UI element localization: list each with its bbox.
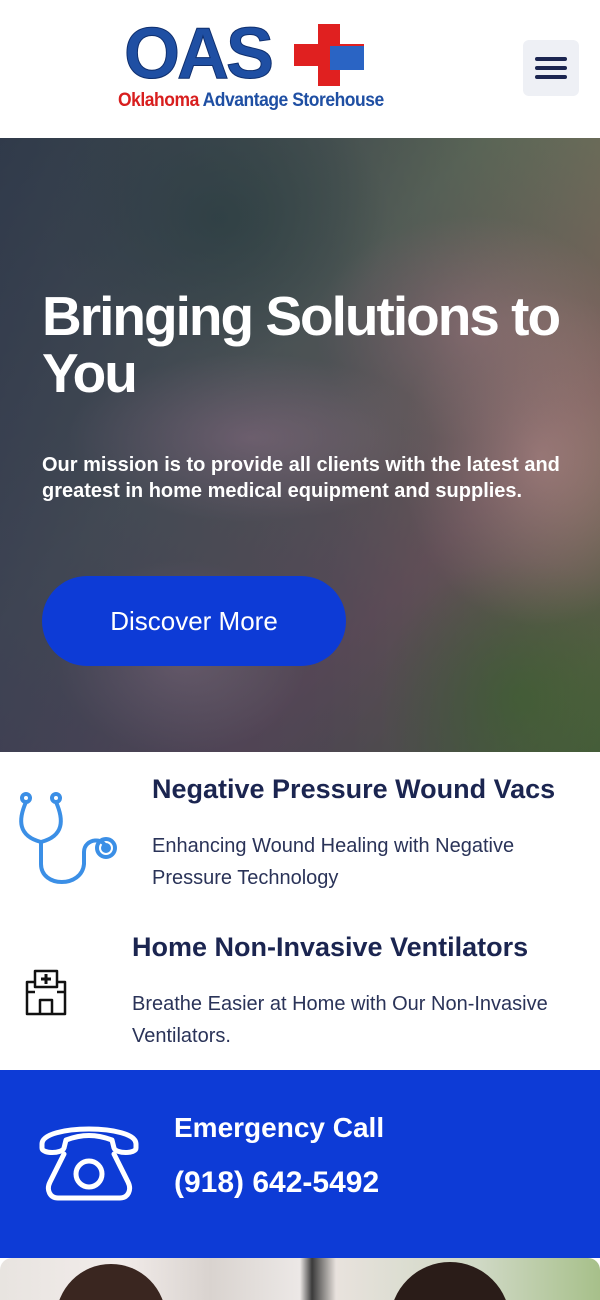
site-header: OAS Oklahoma Advantage Storehouse — [0, 0, 600, 138]
hamburger-menu-icon[interactable] — [523, 40, 579, 96]
hero-title: Bringing Solutions to You — [42, 285, 561, 404]
person-photo-right — [390, 1262, 510, 1300]
team-photo — [0, 1258, 600, 1300]
medical-cross-icon — [294, 24, 364, 86]
service-card-ventilators[interactable]: Home Non-Invasive Ventilators Breathe Ea… — [0, 930, 600, 1070]
service-description: Breathe Easier at Home with Our Non-Inva… — [132, 993, 548, 1047]
emergency-call-banner[interactable]: Emergency Call (918) 642-5492 — [0, 1070, 600, 1258]
service-description: Enhancing Wound Healing with Negative Pr… — [152, 835, 515, 889]
hospital-icon — [25, 969, 67, 1016]
logo-wordmark: OAS — [123, 14, 274, 94]
logo-subtitle: Oklahoma Advantage Storehouse — [118, 90, 384, 112]
emergency-phone-number[interactable]: (918) 642-5492 — [174, 1166, 379, 1200]
discover-more-button[interactable]: Discover More — [42, 576, 346, 666]
service-card-wound-vacs[interactable]: Negative Pressure Wound Vacs Enhancing W… — [0, 752, 600, 930]
hero-mission-text: Our mission is to provide all clients wi… — [42, 454, 560, 502]
service-title: Negative Pressure Wound Vacs — [152, 774, 556, 804]
service-title: Home Non-Invasive Ventilators — [132, 932, 529, 962]
logo-subtitle-oklahoma: Oklahoma — [118, 90, 199, 111]
logo-subtitle-rest: Advantage Storehouse — [198, 90, 385, 111]
stethoscope-icon — [19, 792, 117, 884]
emergency-call-title: Emergency Call — [174, 1112, 385, 1143]
hero-banner: Bringing Solutions to You Our mission is… — [0, 138, 600, 752]
telephone-icon — [39, 1126, 139, 1201]
person-photo-left — [56, 1264, 166, 1300]
site-logo[interactable]: OAS Oklahoma Advantage Storehouse — [116, 14, 384, 118]
